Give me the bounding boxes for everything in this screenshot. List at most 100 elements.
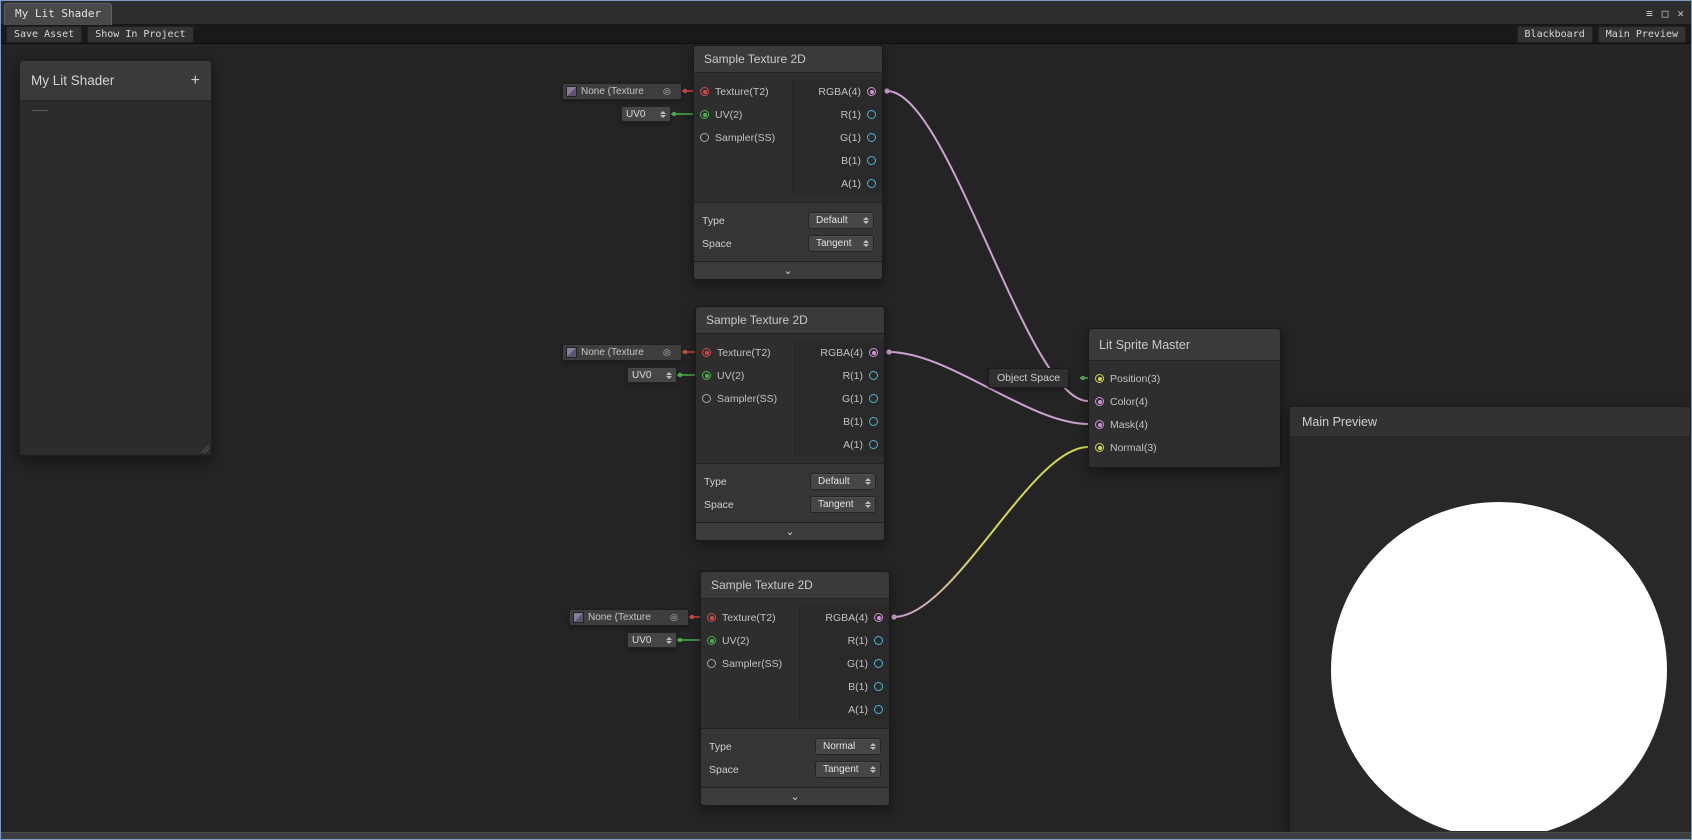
maximize-icon[interactable]: □ <box>1662 7 1669 20</box>
uv-channel-dropdown-3[interactable]: UV0 <box>627 632 677 648</box>
sampler-input-port[interactable] <box>707 659 716 668</box>
g-output-port[interactable] <box>867 133 876 142</box>
position-input-port[interactable] <box>1095 374 1104 383</box>
object-space-chip[interactable]: Object Space <box>988 368 1069 388</box>
texture-input-port[interactable] <box>702 348 711 357</box>
r-output-port[interactable] <box>867 110 876 119</box>
title-bar: My Lit Shader ≡ □ ✕ <box>1 1 1691 25</box>
sampler-input-port[interactable] <box>702 394 711 403</box>
node-title[interactable]: Sample Texture 2D <box>701 572 889 599</box>
sampler-input-port[interactable] <box>700 133 709 142</box>
main-preview-panel[interactable]: Main Preview <box>1289 406 1691 833</box>
uv-input-port[interactable] <box>700 110 709 119</box>
edge-dot <box>683 89 687 93</box>
close-icon[interactable]: ✕ <box>1677 7 1684 20</box>
blackboard-title: My Lit Shader <box>31 73 114 88</box>
g-output-port[interactable] <box>874 659 883 668</box>
node-controls: Type Default Space Tangent <box>696 463 884 522</box>
mask-input-port[interactable] <box>1095 420 1104 429</box>
edge-node1-rgba-to-color[interactable] <box>887 91 1088 401</box>
normal-input-port[interactable] <box>1095 443 1104 452</box>
dropdown-arrows-icon <box>865 478 871 485</box>
port-label: UV(2) <box>715 109 742 121</box>
b-output-port[interactable] <box>869 417 878 426</box>
object-picker-icon[interactable]: ◎ <box>663 347 671 358</box>
b-output-port[interactable] <box>874 682 883 691</box>
uv-input-port[interactable] <box>707 636 716 645</box>
sample-texture-2d-node-2[interactable]: Sample Texture 2D Texture(T2) UV(2) Samp… <box>695 306 885 541</box>
texture-input-port[interactable] <box>700 87 709 96</box>
sample-texture-2d-node-3[interactable]: Sample Texture 2D Texture(T2) UV(2) Samp… <box>700 571 890 806</box>
space-dropdown[interactable]: Tangent <box>815 761 881 778</box>
window-bottom-edge <box>1 832 1691 839</box>
texture-thumbnail-icon <box>566 347 577 358</box>
save-asset-button[interactable]: Save Asset <box>6 26 82 43</box>
space-dropdown[interactable]: Tangent <box>808 235 874 252</box>
node-title[interactable]: Lit Sprite Master <box>1089 329 1280 361</box>
blackboard-toggle-button[interactable]: Blackboard <box>1517 26 1593 43</box>
edge-node3-rgba-to-normal[interactable] <box>894 447 1088 617</box>
resize-grip-icon[interactable] <box>199 443 209 453</box>
texture-object-field-1[interactable]: None (Texture ◎ <box>562 83 682 100</box>
rgba-output-port[interactable] <box>867 87 876 96</box>
type-dropdown[interactable]: Default <box>810 473 876 490</box>
blackboard-header[interactable]: My Lit Shader + <box>20 61 211 101</box>
a-output-port[interactable] <box>869 440 878 449</box>
menu-icon[interactable]: ≡ <box>1646 7 1653 20</box>
r-output-port[interactable] <box>869 371 878 380</box>
add-property-button[interactable]: + <box>191 73 200 89</box>
texture-object-field-2[interactable]: None (Texture ◎ <box>562 344 682 361</box>
edge-dot <box>678 638 682 642</box>
collapse-button[interactable]: ⌄ <box>696 522 884 540</box>
a-output-port[interactable] <box>874 705 883 714</box>
b-output-port[interactable] <box>867 156 876 165</box>
port-label: G(1) <box>840 132 861 144</box>
texture-object-field-3[interactable]: None (Texture ◎ <box>569 609 689 626</box>
space-dropdown[interactable]: Tangent <box>810 496 876 513</box>
object-picker-icon[interactable]: ◎ <box>670 612 678 623</box>
port-label: RGBA(4) <box>825 612 868 624</box>
main-preview-title[interactable]: Main Preview <box>1290 407 1690 437</box>
port-label: Sampler(SS) <box>722 658 782 670</box>
collapse-button[interactable]: ⌄ <box>701 787 889 805</box>
node-controls: Type Default Space Tangent <box>694 202 882 261</box>
collapse-button[interactable]: ⌄ <box>694 261 882 279</box>
port-label: Texture(T2) <box>717 347 771 359</box>
type-dropdown[interactable]: Normal <box>815 738 881 755</box>
show-in-project-button[interactable]: Show In Project <box>87 26 193 43</box>
uv-input-port[interactable] <box>702 371 711 380</box>
rgba-output-port[interactable] <box>874 613 883 622</box>
port-label: B(1) <box>843 416 863 428</box>
blackboard-panel[interactable]: My Lit Shader + <box>19 60 212 456</box>
sample-texture-2d-node-1[interactable]: Sample Texture 2D Texture(T2) UV(2) Samp… <box>693 45 883 280</box>
uv-channel-dropdown-1[interactable]: UV0 <box>621 106 671 122</box>
a-output-port[interactable] <box>867 179 876 188</box>
input-ports: Texture(T2) UV(2) Sampler(SS) <box>694 80 792 195</box>
dropdown-arrows-icon <box>863 217 869 224</box>
port-label: A(1) <box>843 439 863 451</box>
lit-sprite-master-node[interactable]: Lit Sprite Master Position(3) Color(4) M… <box>1088 328 1281 468</box>
uv-channel-dropdown-2[interactable]: UV0 <box>627 367 677 383</box>
port-label: Normal(3) <box>1110 442 1157 454</box>
control-label: Type <box>704 476 727 488</box>
window-tab[interactable]: My Lit Shader <box>4 3 112 25</box>
rgba-output-port[interactable] <box>869 348 878 357</box>
control-label: Space <box>709 764 739 776</box>
object-picker-icon[interactable]: ◎ <box>663 86 671 97</box>
node-title[interactable]: Sample Texture 2D <box>694 46 882 73</box>
dropdown-value: Default <box>816 215 848 226</box>
texture-input-port[interactable] <box>707 613 716 622</box>
edge-dot <box>884 88 889 93</box>
r-output-port[interactable] <box>874 636 883 645</box>
master-ports: Position(3) Color(4) Mask(4) Normal(3) <box>1089 361 1280 467</box>
node-title[interactable]: Sample Texture 2D <box>696 307 884 334</box>
color-input-port[interactable] <box>1095 397 1104 406</box>
type-dropdown[interactable]: Default <box>808 212 874 229</box>
main-preview-viewport[interactable] <box>1290 437 1690 831</box>
g-output-port[interactable] <box>869 394 878 403</box>
edge-node2-rgba-to-mask[interactable] <box>889 352 1088 424</box>
dropdown-arrows-icon <box>660 111 666 118</box>
chevron-down-icon: ⌄ <box>790 792 799 802</box>
main-preview-toggle-button[interactable]: Main Preview <box>1598 26 1686 43</box>
dropdown-value: Tangent <box>816 238 852 249</box>
